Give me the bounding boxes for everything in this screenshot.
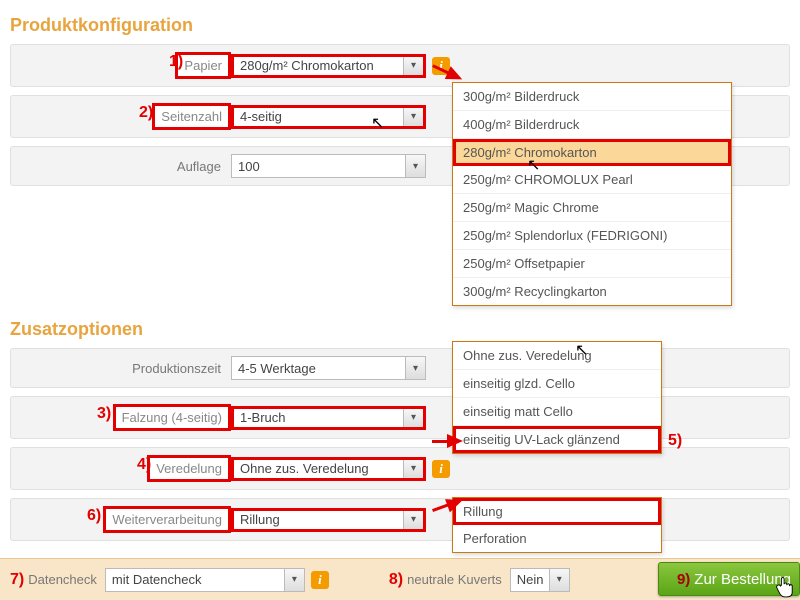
chevron-down-icon[interactable] — [405, 155, 425, 177]
select-falzung-value: 1-Bruch — [240, 410, 286, 425]
dropdown-veredelung[interactable]: Ohne zus. Veredelungeinseitig glzd. Cell… — [452, 341, 662, 454]
label-seitenzahl: Seitenzahl — [152, 103, 231, 130]
label-datencheck: Datencheck — [28, 572, 97, 587]
section-title-zusatz: Zusatzoptionen — [10, 319, 790, 340]
label-papier: Papier — [175, 52, 231, 79]
dropdown-option[interactable]: einseitig UV-Lack glänzend — [453, 426, 661, 453]
marker-4: 4) — [137, 456, 151, 474]
label-produktionszeit: Produktionszeit — [21, 361, 231, 376]
row-weiterverarbeitung: 6) Weiterverarbeitung Rillung — [10, 498, 790, 541]
marker-8: 8) — [389, 571, 403, 589]
select-auflage-value: 100 — [238, 159, 260, 174]
marker-7: 7) — [10, 571, 24, 589]
dropdown-option[interactable]: 300g/m² Recyclingkarton — [453, 278, 731, 305]
row-papier: 1) Papier 280g/m² Chromokarton i — [10, 44, 790, 87]
chevron-down-icon[interactable] — [403, 108, 423, 126]
select-seitenzahl-value: 4-seitig — [240, 109, 282, 124]
marker-2: 2) — [139, 104, 153, 122]
dropdown-option[interactable]: 250g/m² Magic Chrome — [453, 194, 731, 222]
select-papier-value: 280g/m² Chromokarton — [240, 58, 374, 73]
marker-9: 9) — [677, 571, 690, 588]
cursor-hand-icon — [776, 576, 794, 598]
chevron-down-icon[interactable] — [403, 511, 423, 529]
marker-3: 3) — [97, 405, 111, 423]
dropdown-option[interactable]: 280g/m² Chromokarton — [453, 139, 731, 166]
select-kuverts[interactable]: Nein — [510, 568, 570, 592]
select-kuverts-value: Nein — [517, 572, 544, 587]
select-produktionszeit[interactable]: 4-5 Werktage — [231, 356, 426, 380]
select-produktionszeit-value: 4-5 Werktage — [238, 361, 316, 376]
chevron-down-icon[interactable] — [403, 460, 423, 478]
select-datencheck[interactable]: mit Datencheck — [105, 568, 305, 592]
chevron-down-icon[interactable] — [403, 409, 423, 427]
label-kuverts: neutrale Kuverts — [407, 572, 502, 587]
label-falzung: Falzung (4-seitig) — [113, 404, 231, 431]
chevron-down-icon[interactable] — [403, 57, 423, 75]
select-papier[interactable]: 280g/m² Chromokarton — [231, 54, 426, 78]
dropdown-option[interactable]: 300g/m² Bilderdruck — [453, 83, 731, 111]
chevron-down-icon[interactable] — [284, 569, 304, 591]
dropdown-papier[interactable]: 300g/m² Bilderdruck400g/m² Bilderdruck28… — [452, 82, 732, 306]
select-weiterverarbeitung-value: Rillung — [240, 512, 280, 527]
select-veredelung-value: Ohne zus. Veredelung — [240, 461, 369, 476]
dropdown-option[interactable]: 250g/m² Splendorlux (FEDRIGONI) — [453, 222, 731, 250]
dropdown-option[interactable]: einseitig matt Cello — [453, 398, 661, 426]
row-produktionszeit: Produktionszeit 4-5 Werktage — [10, 348, 790, 388]
marker-1: 1) — [169, 53, 183, 71]
select-falzung[interactable]: 1-Bruch — [231, 406, 426, 430]
select-weiterverarbeitung[interactable]: Rillung — [231, 508, 426, 532]
chevron-down-icon[interactable] — [549, 569, 569, 591]
dropdown-option[interactable]: 250g/m² Offsetpapier — [453, 250, 731, 278]
info-icon[interactable]: i — [311, 571, 329, 589]
marker-6: 6) — [87, 507, 101, 525]
dropdown-option[interactable]: Rillung — [453, 498, 661, 525]
section-title-config: Produktkonfiguration — [10, 15, 790, 36]
dropdown-weiterverarbeitung[interactable]: RillungPerforation — [452, 497, 662, 553]
select-veredelung[interactable]: Ohne zus. Veredelung — [231, 457, 426, 481]
dropdown-option[interactable]: 250g/m² CHROMOLUX Pearl — [453, 166, 731, 194]
select-auflage[interactable]: 100 — [231, 154, 426, 178]
dropdown-option[interactable]: Perforation — [453, 525, 661, 552]
marker-5: 5) — [668, 432, 682, 450]
chevron-down-icon[interactable] — [405, 357, 425, 379]
row-veredelung: 4) Veredelung Ohne zus. Veredelung i — [10, 447, 790, 490]
dropdown-option[interactable]: 400g/m² Bilderdruck — [453, 111, 731, 139]
label-weiterverarbeitung: Weiterverarbeitung — [103, 506, 231, 533]
label-auflage: Auflage — [21, 159, 231, 174]
select-seitenzahl[interactable]: 4-seitig — [231, 105, 426, 129]
label-veredelung: Veredelung — [147, 455, 231, 482]
info-icon[interactable]: i — [432, 460, 450, 478]
dropdown-option[interactable]: einseitig glzd. Cello — [453, 370, 661, 398]
select-datencheck-value: mit Datencheck — [112, 572, 202, 587]
dropdown-option[interactable]: Ohne zus. Veredelung — [453, 342, 661, 370]
